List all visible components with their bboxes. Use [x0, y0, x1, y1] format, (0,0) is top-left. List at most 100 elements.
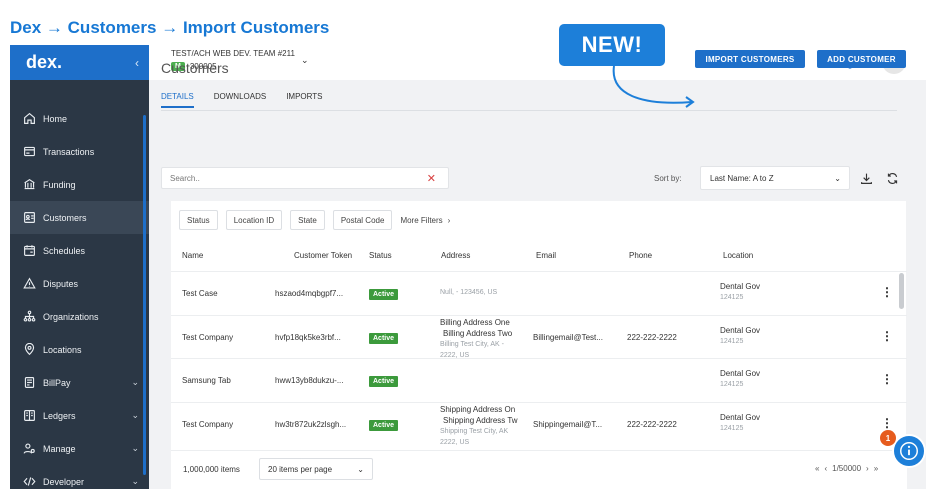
row-menu-icon[interactable]: ⋮: [881, 372, 893, 386]
next-page-icon[interactable]: ›: [866, 464, 869, 473]
sidebar-item-label: Home: [43, 113, 68, 124]
clear-icon[interactable]: ✕: [427, 172, 436, 185]
column-header-token[interactable]: Customer Token: [294, 251, 352, 260]
filter-bar: Status Location ID State Postal Code Mor…: [179, 210, 450, 230]
column-header-address[interactable]: Address: [441, 251, 470, 260]
table-row[interactable]: Samsung Tab hww13yb8dukzu-... Active Dental…: [171, 358, 907, 401]
sort-label: Sort by:: [654, 174, 682, 183]
sidebar-item-label: Manage: [43, 443, 76, 454]
breadcrumb: Dex → Customers → Import Customers: [10, 18, 329, 38]
last-page-icon[interactable]: »: [874, 464, 878, 473]
logo: dex.: [26, 52, 63, 72]
sidebar-item-home[interactable]: Home: [10, 102, 149, 135]
sidebar-item-label: Funding: [43, 179, 76, 190]
chevron-down-icon[interactable]: ⌄: [301, 55, 309, 66]
location-name: Dental Gov: [720, 325, 761, 335]
tab-bar: DETAILS DOWNLOADS IMPORTS: [161, 92, 343, 108]
billpay-icon: [22, 376, 36, 390]
sidebar-item-label: Ledgers: [43, 410, 76, 421]
table-row[interactable]: Test Case hszaod4mqbgpf7... Active Null, - …: [171, 271, 907, 314]
transactions-icon: [22, 145, 36, 159]
status-badge: Active: [369, 376, 399, 387]
more-filters-button[interactable]: More Filters ›: [400, 216, 450, 225]
first-page-icon[interactable]: «: [815, 464, 819, 473]
page-indicator: 1/50000: [832, 464, 862, 473]
per-page-select[interactable]: 20 items per page ⌄: [259, 458, 373, 480]
customer-name[interactable]: Test Company: [182, 333, 233, 342]
chevron-left-icon[interactable]: ‹: [135, 56, 139, 70]
sidebar-item-organizations[interactable]: Organizations: [10, 300, 149, 333]
column-header-name[interactable]: Name: [182, 251, 203, 260]
sidebar-item-ledgers[interactable]: Ledgers ⌄: [10, 399, 149, 432]
sidebar-scrollbar[interactable]: [143, 115, 146, 475]
filter-postal-code[interactable]: Postal Code: [332, 210, 393, 230]
breadcrumb-item[interactable]: Customers: [68, 18, 157, 37]
sidebar-item-schedules[interactable]: Schedules: [10, 234, 149, 267]
import-customers-button[interactable]: IMPORT CUSTOMERS: [695, 50, 805, 68]
arrow-right-icon: →: [161, 18, 179, 37]
sort-select[interactable]: Last Name: A to Z ⌄: [700, 166, 850, 190]
add-customer-button[interactable]: ADD CUSTOMER: [817, 50, 906, 68]
table-row[interactable]: Test Company hw3tr872uk2zlsgh... Active Shi…: [171, 401, 907, 446]
chevron-right-icon: ›: [447, 215, 451, 225]
team-name[interactable]: TEST/ACH WEB DEV. TEAM #211: [171, 49, 295, 58]
table-scrollbar[interactable]: [899, 273, 904, 309]
breadcrumb-item[interactable]: Dex: [10, 18, 41, 37]
filter-state[interactable]: State: [290, 210, 325, 230]
sidebar-item-manage[interactable]: Manage ⌄: [10, 432, 149, 465]
address-line2: Shipping Address Tw: [443, 415, 518, 425]
customer-name[interactable]: Test Company: [182, 420, 233, 429]
sidebar: dex. ‹ Home Transactions Funding Customers S…: [10, 45, 149, 489]
chevron-down-icon: ⌄: [834, 173, 841, 183]
status-badge: Active: [369, 289, 399, 300]
sidebar-item-locations[interactable]: Locations: [10, 333, 149, 366]
customer-phone: 222-222-2222: [627, 332, 677, 342]
top-header: TEST/ACH WEB DEV. TEAM #211 M 300005 ⌄ E…: [149, 45, 926, 80]
row-menu-icon[interactable]: ⋮: [881, 416, 893, 430]
sidebar-item-transactions[interactable]: Transactions: [10, 135, 149, 168]
customer-token: hvfp18qk5ke3rbf...: [275, 332, 341, 342]
address-city: Null, - 123456, US: [440, 289, 498, 296]
sidebar-item-label: BillPay: [43, 377, 71, 388]
customer-name[interactable]: Test Case: [182, 289, 218, 298]
tab-downloads[interactable]: DOWNLOADS: [214, 92, 266, 108]
column-header-phone[interactable]: Phone: [629, 251, 652, 260]
refresh-icon[interactable]: [886, 172, 900, 186]
sidebar-item-billpay[interactable]: BillPay ⌄: [10, 366, 149, 399]
sidebar-item-label: Developer: [43, 476, 85, 487]
column-header-status[interactable]: Status: [369, 251, 392, 260]
column-header-email[interactable]: Email: [536, 251, 556, 260]
logo-bar: dex. ‹: [10, 45, 149, 80]
address-postal: 2222, US: [440, 438, 470, 446]
tab-details[interactable]: DETAILS: [161, 92, 194, 108]
search-input[interactable]: Search.. ✕: [161, 167, 449, 189]
prev-page-icon[interactable]: ‹: [824, 464, 827, 473]
help-button[interactable]: [892, 434, 926, 468]
address-line1: Shipping Address On: [440, 404, 516, 414]
sidebar-item-funding[interactable]: Funding: [10, 168, 149, 201]
row-menu-icon[interactable]: ⋮: [881, 329, 893, 343]
sidebar-item-developer[interactable]: Developer ⌄: [10, 465, 149, 489]
row-menu-icon[interactable]: ⋮: [881, 285, 893, 299]
sidebar-item-label: Organizations: [43, 311, 99, 322]
column-header-location[interactable]: Location: [723, 251, 753, 260]
table-row[interactable]: Test Company hvfp18qk5ke3rbf... Active Bill…: [171, 314, 907, 359]
sidebar-item-disputes[interactable]: Disputes: [10, 267, 149, 300]
download-icon[interactable]: [860, 172, 874, 186]
address-line1: Billing Address One: [440, 317, 510, 327]
location-icon: [22, 343, 36, 357]
sidebar-item-label: Customers: [43, 212, 87, 223]
location-id: 124125: [720, 424, 744, 432]
filter-location-id[interactable]: Location ID: [225, 210, 283, 230]
filter-status[interactable]: Status: [179, 210, 218, 230]
location-name: Dental Gov: [720, 412, 761, 422]
address-city: Shipping Test City, AK: [440, 427, 509, 435]
sidebar-item-customers[interactable]: Customers: [10, 201, 149, 234]
customer-name[interactable]: Samsung Tab: [182, 376, 231, 385]
customer-token: hszaod4mqbgpf7...: [275, 289, 344, 298]
bank-icon: [22, 178, 36, 192]
tab-imports[interactable]: IMPORTS: [286, 92, 322, 108]
warning-icon: [22, 277, 36, 291]
notification-badge: 1: [880, 430, 896, 446]
location-name: Dental Gov: [720, 369, 761, 378]
